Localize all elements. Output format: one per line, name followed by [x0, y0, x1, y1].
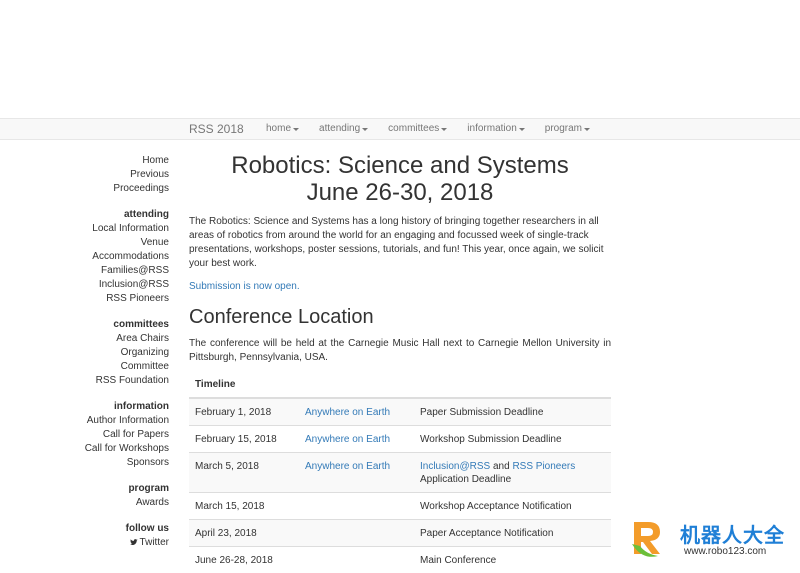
- sidebar-group-information: information Author Information Call for …: [60, 400, 169, 470]
- timeline-header: Timeline: [189, 371, 611, 398]
- intro-paragraph: The Robotics: Science and Systems has a …: [189, 215, 611, 271]
- sidebar-link-twitter[interactable]: Twitter: [60, 536, 169, 550]
- row-date: February 1, 2018: [189, 398, 299, 426]
- sidebar-link-inclusion[interactable]: Inclusion@RSS: [60, 278, 169, 292]
- twitter-icon: [130, 538, 138, 546]
- location-heading: Conference Location: [189, 306, 611, 328]
- watermark-title: 机器人大全: [680, 519, 785, 548]
- sidebar-link-families[interactable]: Families@RSS: [60, 264, 169, 278]
- row-event: Workshop Submission Deadline: [414, 426, 611, 453]
- sidebar-link-proceedings[interactable]: Proceedings: [60, 182, 169, 196]
- sidebar-link-venue[interactable]: Venue: [60, 236, 169, 250]
- timeline-table: Timeline February 1, 2018 Anywhere on Ea…: [189, 371, 611, 573]
- table-row: February 1, 2018 Anywhere on Earth Paper…: [189, 398, 611, 426]
- sidebar-link-call-for-papers[interactable]: Call for Papers: [60, 428, 169, 442]
- nav-committees-label: committees: [388, 119, 439, 139]
- nav-attending-dropdown[interactable]: attending: [319, 119, 368, 139]
- twitter-label: Twitter: [140, 537, 169, 548]
- caret-down-icon: [584, 128, 590, 131]
- nav-attending-label: attending: [319, 119, 360, 139]
- sidebar-top-links: Home Previous Proceedings: [60, 154, 169, 196]
- sidebar-link-call-for-workshops[interactable]: Call for Workshops: [60, 442, 169, 456]
- nav-home-label: home: [266, 119, 291, 139]
- row-tz: [299, 520, 414, 547]
- rss-pioneers-link[interactable]: RSS Pioneers: [512, 461, 575, 472]
- sidebar-link-local-information[interactable]: Local Information: [60, 222, 169, 236]
- row-date: February 15, 2018: [189, 426, 299, 453]
- row-event: Inclusion@RSS and RSS Pioneers Applicati…: [414, 453, 611, 493]
- title-line-2: June 26-30, 2018: [307, 179, 494, 206]
- caret-down-icon: [441, 128, 447, 131]
- nav-program-dropdown[interactable]: program: [545, 119, 590, 139]
- row-event: Workshop Acceptance Notification: [414, 493, 611, 520]
- row-tz: [299, 493, 414, 520]
- inclusion-rss-link[interactable]: Inclusion@RSS: [420, 461, 490, 472]
- row-date: April 23, 2018: [189, 520, 299, 547]
- sidebar-group-follow: follow us Twitter: [60, 522, 169, 550]
- table-row: March 15, 2018 Workshop Acceptance Notif…: [189, 493, 611, 520]
- sidebar-link-committee[interactable]: Committee: [60, 360, 169, 374]
- anywhere-on-earth-link[interactable]: Anywhere on Earth: [305, 434, 390, 445]
- event-rest-text: Application Deadline: [420, 474, 511, 485]
- sidebar-group-committees: committees Area Chairs Organizing Commit…: [60, 318, 169, 388]
- sidebar-group-attending: attending Local Information Venue Accomm…: [60, 208, 169, 306]
- sidebar-link-previous[interactable]: Previous: [60, 168, 169, 182]
- sidebar-link-author-information[interactable]: Author Information: [60, 414, 169, 428]
- sidebar-heading: attending: [60, 208, 169, 222]
- page-title: Robotics: Science and Systems June 26-30…: [189, 152, 611, 206]
- nav-committees-dropdown[interactable]: committees: [388, 119, 447, 139]
- top-navbar: RSS 2018 home attending committees infor…: [0, 118, 800, 140]
- sidebar-heading: committees: [60, 318, 169, 332]
- row-date: March 5, 2018: [189, 453, 299, 493]
- sidebar-link-sponsors[interactable]: Sponsors: [60, 456, 169, 470]
- sidebar-link-area-chairs[interactable]: Area Chairs: [60, 332, 169, 346]
- sidebar-heading: follow us: [60, 522, 169, 536]
- sidebar-link-awards[interactable]: Awards: [60, 496, 169, 510]
- nav-information-label: information: [467, 119, 516, 139]
- watermark-logo: 机器人大全 www.robo123.com: [628, 516, 800, 560]
- sidebar-group-program: program Awards: [60, 482, 169, 510]
- nav-home-dropdown[interactable]: home: [266, 119, 299, 139]
- anywhere-on-earth-link[interactable]: Anywhere on Earth: [305, 461, 390, 472]
- sidebar-heading: information: [60, 400, 169, 414]
- row-event: Paper Acceptance Notification: [414, 520, 611, 547]
- title-line-1: Robotics: Science and Systems: [231, 152, 569, 179]
- watermark-url: www.robo123.com: [684, 546, 766, 557]
- table-row: February 15, 2018 Anywhere on Earth Work…: [189, 426, 611, 453]
- sidebar-link-home[interactable]: Home: [60, 154, 169, 168]
- sidebar-link-pioneers[interactable]: RSS Pioneers: [60, 292, 169, 306]
- sidebar-link-accommodations[interactable]: Accommodations: [60, 250, 169, 264]
- caret-down-icon: [293, 128, 299, 131]
- sidebar-link-organizing[interactable]: Organizing: [60, 346, 169, 360]
- sidebar: Home Previous Proceedings attending Loca…: [60, 154, 169, 562]
- submission-note: Submission is now open.: [189, 280, 611, 294]
- navbar-brand[interactable]: RSS 2018: [189, 119, 244, 139]
- navbar-menu: home attending committees information pr…: [266, 119, 610, 139]
- table-row: March 5, 2018 Anywhere on Earth Inclusio…: [189, 453, 611, 493]
- row-event: Paper Submission Deadline: [414, 398, 611, 426]
- sidebar-link-rss-foundation[interactable]: RSS Foundation: [60, 374, 169, 388]
- caret-down-icon: [362, 128, 368, 131]
- submission-link[interactable]: Submission is now open.: [189, 281, 300, 292]
- sidebar-heading: program: [60, 482, 169, 496]
- nav-information-dropdown[interactable]: information: [467, 119, 524, 139]
- event-and-text: and: [490, 461, 512, 472]
- main-content: Robotics: Science and Systems June 26-30…: [189, 152, 611, 573]
- row-date: March 15, 2018: [189, 493, 299, 520]
- nav-program-label: program: [545, 119, 582, 139]
- robot-logo-icon: [628, 516, 676, 560]
- caret-down-icon: [519, 128, 525, 131]
- anywhere-on-earth-link[interactable]: Anywhere on Earth: [305, 407, 390, 418]
- location-paragraph: The conference will be held at the Carne…: [189, 337, 611, 365]
- table-row: April 23, 2018 Paper Acceptance Notifica…: [189, 520, 611, 547]
